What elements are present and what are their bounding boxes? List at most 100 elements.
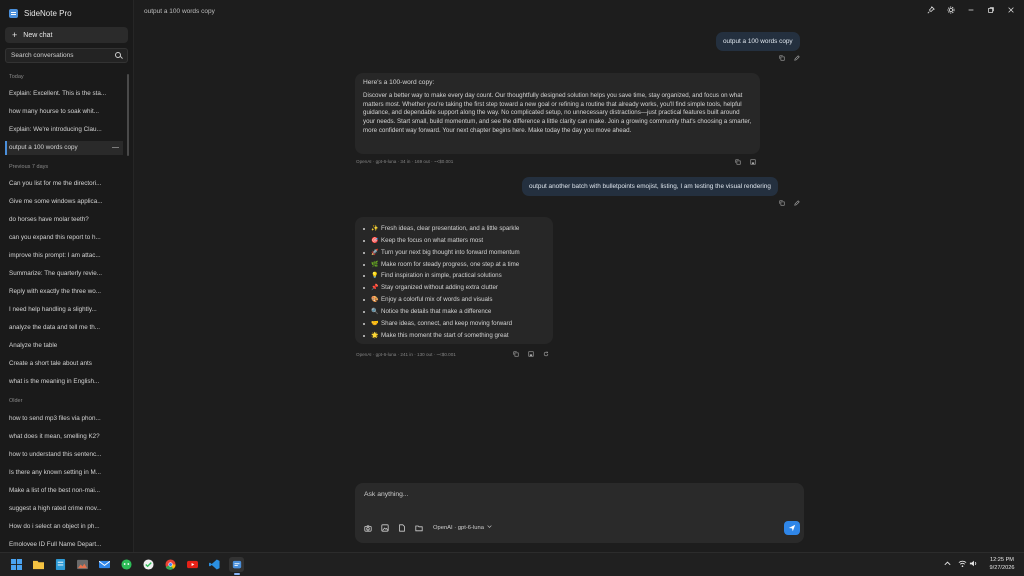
section-label-older: Older <box>9 398 23 404</box>
list-item-text: Make this moment the start of something … <box>381 331 509 339</box>
conversation-item[interactable]: Explain: We're introducing Clau... <box>5 123 123 137</box>
sidebar-scrollbar[interactable] <box>127 74 129 156</box>
security-app-icon[interactable] <box>141 557 156 572</box>
edit-icon[interactable] <box>793 199 801 207</box>
vscode-icon[interactable] <box>207 557 222 572</box>
wifi-icon[interactable] <box>958 559 967 568</box>
send-button[interactable] <box>784 521 800 535</box>
window-title: output a 100 words copy <box>144 8 215 15</box>
conversation-item[interactable]: Create a short tale about ants <box>5 357 123 371</box>
list-item-text: Enjoy a colorful mix of words and visual… <box>381 296 493 304</box>
assistant-message-bubble: Here's a 100-word copy: Discover a bette… <box>355 73 760 154</box>
section-label-previous: Previous 7 days <box>9 164 49 170</box>
list-item-text: Notice the details that make a differenc… <box>381 307 492 315</box>
taskbar: 12:25 PM 9/27/2026 <box>0 552 1024 576</box>
photos-app-icon[interactable] <box>75 557 90 572</box>
conversation-item[interactable]: Summarize: The quarterly revie... <box>5 267 123 281</box>
conversation-item[interactable]: Make a list of the best non-mai... <box>5 484 123 498</box>
camera-icon[interactable] <box>363 523 372 532</box>
save-icon[interactable] <box>527 350 535 358</box>
search-icon[interactable] <box>115 52 122 59</box>
list-item: 💡 Find inspiration in simple, practical s… <box>363 270 545 282</box>
new-chat-button[interactable]: + New chat <box>5 27 128 43</box>
conversation-item[interactable]: what is the meaning in English... <box>5 375 123 389</box>
conversation-item[interactable]: how to understand this sentenc... <box>5 448 123 462</box>
image-icon[interactable] <box>380 523 389 532</box>
model-selector[interactable]: OpenAI · gpt-6-luna <box>433 524 492 531</box>
pin-icon[interactable] <box>926 5 936 15</box>
assistant-intro: Here's a 100-word copy: <box>363 79 435 86</box>
list-item-text: Find inspiration in simple, practical so… <box>381 272 502 280</box>
chrome-icon[interactable] <box>163 557 178 572</box>
assistant-body: Discover a better way to make every day … <box>363 91 752 134</box>
conversation-item[interactable]: how many hourse to soak whit... <box>5 105 123 119</box>
copy-icon[interactable] <box>778 54 786 62</box>
document-icon[interactable] <box>397 523 406 532</box>
list-item-text: Fresh ideas, clear presentation, and a l… <box>381 225 520 232</box>
copy-icon[interactable] <box>734 158 742 166</box>
emoji-icon: 🌟 <box>371 332 379 339</box>
bullet-list: ✨ Fresh ideas, clear presentation, and a … <box>361 223 545 341</box>
conversation-item[interactable]: How do i select an object in ph... <box>5 520 123 534</box>
list-item: 🤝 Share ideas, connect, and keep moving f… <box>363 318 545 330</box>
search-conversations[interactable] <box>5 48 128 63</box>
conversation-item[interactable]: Emolovee ID Full Name Depart... <box>5 538 123 552</box>
conversation-item[interactable]: analyze the data and tell me th... <box>5 321 123 335</box>
message-meta: OpenAI · gpt-6-luna · 241 in · 130 out ·… <box>356 352 456 357</box>
new-chat-label: New chat <box>23 31 53 39</box>
sidebar: SideNote Pro + New chat Today Explain: E… <box>0 0 134 552</box>
start-icon[interactable] <box>9 557 24 572</box>
conversation-item[interactable]: Give me some windows applica... <box>5 195 123 209</box>
conversation-item[interactable]: Analyze the table <box>5 339 123 353</box>
list-item: 🎨 Enjoy a colorful mix of words and visua… <box>363 294 545 306</box>
conversation-item[interactable]: improve this prompt: I am attac... <box>5 249 123 263</box>
restore-icon[interactable] <box>986 5 996 15</box>
folder-icon[interactable] <box>414 523 423 532</box>
list-item-text: Share ideas, connect, and keep moving fo… <box>381 319 513 327</box>
taskbar-clock[interactable]: 12:25 PM 9/27/2026 <box>985 557 1019 572</box>
conversation-menu-icon[interactable]: — <box>112 141 119 155</box>
user-message-bubble: output a 100 words copy <box>716 32 800 51</box>
chevron-down-icon <box>487 524 492 531</box>
copy-icon[interactable] <box>512 350 520 358</box>
regenerate-icon[interactable] <box>542 350 550 358</box>
chat-app-icon[interactable] <box>119 557 134 572</box>
list-item: 🔍 Notice the details that make a differen… <box>363 306 545 318</box>
chevron-up-icon[interactable] <box>943 559 952 568</box>
close-icon[interactable] <box>1006 5 1016 15</box>
conversation-item[interactable]: how to send mp3 files via phon... <box>5 412 123 426</box>
clock-time: 12:25 PM <box>990 557 1014 563</box>
edit-icon[interactable] <box>793 54 801 62</box>
gear-icon[interactable] <box>946 5 956 15</box>
minimize-icon[interactable] <box>966 5 976 15</box>
youtube-icon[interactable] <box>185 557 200 572</box>
save-icon[interactable] <box>749 158 757 166</box>
list-item: 🌟 Make this moment the start of something… <box>363 330 545 342</box>
volume-icon[interactable] <box>969 559 978 568</box>
conversation-item-active[interactable]: output a 100 words copy — <box>5 141 123 155</box>
notes-app-icon[interactable] <box>53 557 68 572</box>
conversation-item[interactable]: Is there any known setting in M... <box>5 466 123 480</box>
list-item-text: Stay organized without adding extra clut… <box>381 284 498 292</box>
clock-date: 9/27/2026 <box>989 564 1015 571</box>
send-icon <box>788 524 796 532</box>
conversation-item[interactable]: can you expand this report to h... <box>5 231 123 245</box>
list-item: 🎯 Keep the focus on what matters most <box>363 235 545 247</box>
section-label-today: Today <box>9 74 24 80</box>
message-input[interactable] <box>364 491 764 503</box>
sidenote-app-icon[interactable] <box>229 557 244 575</box>
copy-icon[interactable] <box>778 199 786 207</box>
conversation-item[interactable]: Explain: Excellent. This is the sta... <box>5 87 123 101</box>
file-explorer-icon[interactable] <box>31 557 46 572</box>
conversation-item[interactable]: suggest a high rated crime mov... <box>5 502 123 516</box>
conversation-item[interactable]: I need help handling a slightly... <box>5 303 123 317</box>
conversation-item[interactable]: Reply with exactly the three wo... <box>5 285 123 299</box>
search-input[interactable] <box>11 52 115 59</box>
conversation-item[interactable]: what does it mean, smelling K2? <box>5 430 123 444</box>
conversation-item[interactable]: do horses have molar teeth? <box>5 213 123 227</box>
mail-app-icon[interactable] <box>97 557 112 572</box>
list-item: ✨ Fresh ideas, clear presentation, and a … <box>363 223 545 235</box>
app-title: SideNote Pro <box>24 8 72 18</box>
conversation-item[interactable]: Can you list for me the directori... <box>5 177 123 191</box>
app-logo-icon <box>9 8 18 18</box>
